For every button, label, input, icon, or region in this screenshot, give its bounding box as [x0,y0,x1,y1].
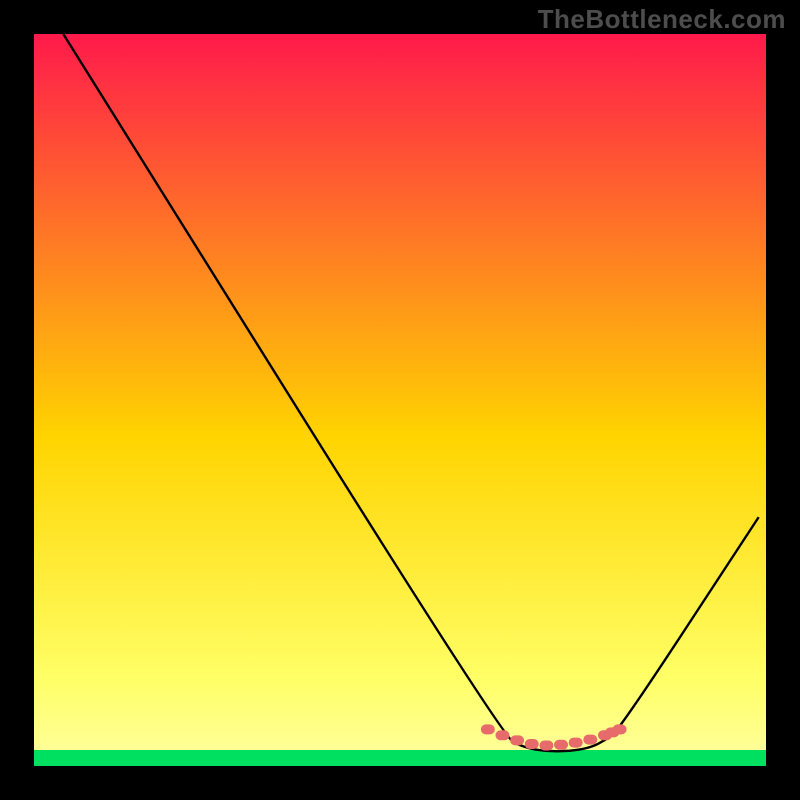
gradient-background [34,34,766,766]
optimal-zone-dot [481,724,495,734]
optimal-zone-dot [583,735,597,745]
optimal-zone-dot [495,730,509,740]
optimal-zone-dot [569,738,583,748]
optimal-zone-dot [554,740,568,750]
optimal-zone-dot [613,724,627,734]
watermark-text: TheBottleneck.com [538,4,786,35]
chart-frame: TheBottleneck.com [0,0,800,800]
bottleneck-chart [0,0,800,800]
optimal-band [34,750,766,766]
optimal-zone-dot [525,739,539,749]
optimal-zone-dot [539,741,553,751]
optimal-zone-dot [510,735,524,745]
